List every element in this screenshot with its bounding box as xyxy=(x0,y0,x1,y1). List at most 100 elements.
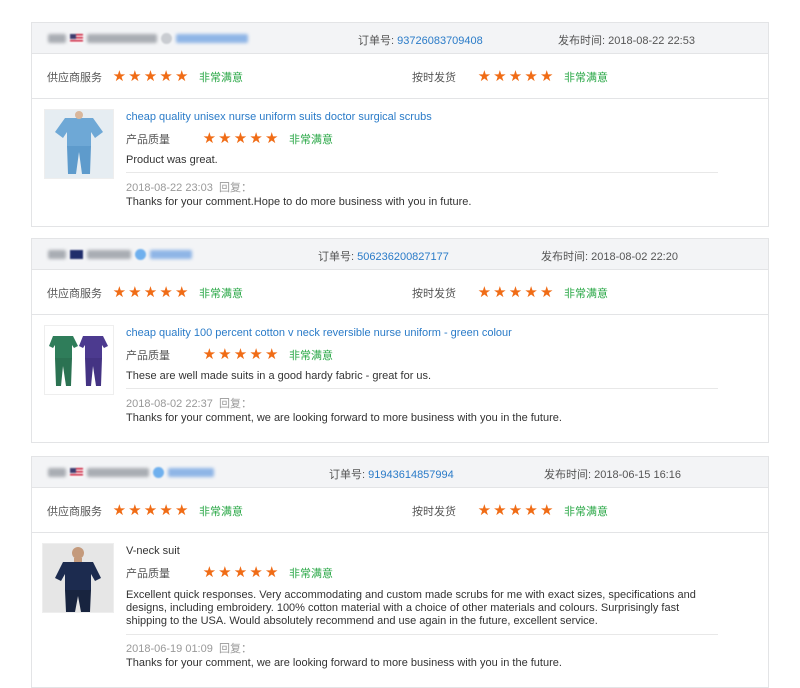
seller-ratings: 供应商服务 ★ ★ ★ ★ ★ 非常满意 按时发货 ★ ★ ★ ★ ★ 非常满意 xyxy=(32,54,768,99)
star-icon: ★ xyxy=(143,68,158,85)
product-name[interactable]: V-neck suit xyxy=(126,545,180,557)
buyer-info xyxy=(48,248,192,260)
star-icon: ★ xyxy=(159,502,173,519)
supplier-service-rating: 供应商服务 ★ ★ ★ ★ ★ 非常满意 xyxy=(47,284,243,301)
supplier-service-rating: 供应商服务 ★ ★ ★ ★ ★ 非常满意 xyxy=(47,68,243,85)
product-link[interactable]: cheap quality 100 percent cotton v neck … xyxy=(126,327,512,339)
buyer-country-code xyxy=(48,33,66,43)
star-icon: ★ xyxy=(218,564,232,581)
reply-meta: 2018-08-02 22:37 回复： xyxy=(126,398,252,410)
us-flag-icon xyxy=(70,33,83,43)
star-rating: ★ ★ ★ ★ ★ xyxy=(202,130,279,147)
star-rating: ★ ★ ★ ★ ★ xyxy=(112,502,189,519)
buyer-name xyxy=(87,249,131,259)
buyer-country-code xyxy=(48,467,66,477)
product-quality-rating: 产品质量 ★ ★ ★ ★ ★ 非常满意 xyxy=(126,346,333,363)
buyer-message-link[interactable] xyxy=(150,249,192,259)
star-icon: ★ xyxy=(539,284,554,301)
seller-ratings: 供应商服务 ★ ★ ★ ★ ★ 非常满意 按时发货 ★ ★ ★ ★ ★ 非常满意 xyxy=(32,488,768,533)
product-link[interactable]: cheap quality unisex nurse uniform suits… xyxy=(126,111,432,123)
buyer-level-icon xyxy=(161,32,172,44)
order-number: 订单号: 91943614857994 xyxy=(329,469,454,481)
green-and-purple-scrubs-image xyxy=(45,326,113,394)
star-icon: ★ xyxy=(218,346,232,363)
star-icon: ★ xyxy=(202,346,217,363)
order-number-link[interactable]: 506236200827177 xyxy=(357,251,449,263)
review-card: 订单号: 91943614857994 发布时间: 2018-06-15 16:… xyxy=(31,456,769,688)
buyer-message-link[interactable] xyxy=(168,467,214,477)
star-icon: ★ xyxy=(218,130,232,147)
divider xyxy=(126,172,718,173)
buyer-message-link[interactable] xyxy=(176,33,248,43)
star-icon: ★ xyxy=(493,502,507,519)
seller-reply: Thanks for your comment, we are looking … xyxy=(126,657,562,669)
publish-time: 发布时间: 2018-06-15 16:16 xyxy=(544,469,681,481)
reply-meta: 2018-06-19 01:09 回复： xyxy=(126,643,252,655)
star-icon: ★ xyxy=(524,284,538,301)
star-icon: ★ xyxy=(249,130,263,147)
star-icon: ★ xyxy=(508,284,523,301)
star-icon: ★ xyxy=(174,502,189,519)
star-rating: ★ ★ ★ ★ ★ xyxy=(477,502,554,519)
star-icon: ★ xyxy=(493,284,507,301)
review-card: 订单号: 506236200827177 发布时间: 2018-08-02 22… xyxy=(31,238,769,443)
review-header: 订单号: 91943614857994 发布时间: 2018-06-15 16:… xyxy=(32,457,768,488)
product-quality-rating: 产品质量 ★ ★ ★ ★ ★ 非常满意 xyxy=(126,130,333,147)
star-icon: ★ xyxy=(174,284,189,301)
product-thumbnail[interactable] xyxy=(44,109,114,179)
star-rating: ★ ★ ★ ★ ★ xyxy=(112,284,189,301)
star-icon: ★ xyxy=(233,564,248,581)
star-icon: ★ xyxy=(508,502,523,519)
star-icon: ★ xyxy=(112,284,127,301)
star-rating: ★ ★ ★ ★ ★ xyxy=(112,68,189,85)
review-card: 订单号: 93726083709408 发布时间: 2018-08-22 22:… xyxy=(31,22,769,227)
star-icon: ★ xyxy=(159,284,173,301)
review-comment: Product was great. xyxy=(126,154,218,166)
reply-meta: 2018-08-22 23:03 回复： xyxy=(126,182,252,194)
star-icon: ★ xyxy=(264,564,279,581)
product-quality-rating: 产品质量 ★ ★ ★ ★ ★ 非常满意 xyxy=(126,564,333,581)
product-thumbnail[interactable] xyxy=(42,543,114,613)
star-icon: ★ xyxy=(233,346,248,363)
star-icon: ★ xyxy=(174,68,189,85)
star-icon: ★ xyxy=(128,68,142,85)
light-blue-scrubs-image xyxy=(45,110,113,178)
us-flag-icon xyxy=(70,467,83,477)
seller-reply: Thanks for your comment, we are looking … xyxy=(126,412,562,424)
au-flag-icon xyxy=(70,249,83,259)
star-icon: ★ xyxy=(202,564,217,581)
order-number-link[interactable]: 91943614857994 xyxy=(368,469,454,481)
star-icon: ★ xyxy=(477,502,492,519)
divider xyxy=(126,634,718,635)
star-icon: ★ xyxy=(477,68,492,85)
star-icon: ★ xyxy=(143,284,158,301)
review-comment: Excellent quick responses. Very accommod… xyxy=(126,589,696,627)
publish-time: 发布时间: 2018-08-22 22:53 xyxy=(558,35,695,47)
star-icon: ★ xyxy=(524,68,538,85)
star-rating: ★ ★ ★ ★ ★ xyxy=(202,564,279,581)
star-icon: ★ xyxy=(524,502,538,519)
buyer-level-icon xyxy=(153,466,164,478)
star-icon: ★ xyxy=(249,564,263,581)
buyer-name xyxy=(87,467,149,477)
order-number-link[interactable]: 93726083709408 xyxy=(397,35,483,47)
star-icon: ★ xyxy=(233,130,248,147)
star-icon: ★ xyxy=(539,68,554,85)
product-thumbnail[interactable] xyxy=(44,325,114,395)
review-comment: These are well made suits in a good hard… xyxy=(126,370,432,382)
star-icon: ★ xyxy=(202,130,217,147)
star-icon: ★ xyxy=(539,502,554,519)
star-rating: ★ ★ ★ ★ ★ xyxy=(477,284,554,301)
order-number: 订单号: 93726083709408 xyxy=(358,35,483,47)
star-icon: ★ xyxy=(143,502,158,519)
buyer-name xyxy=(87,33,157,43)
seller-reply: Thanks for your comment.Hope to do more … xyxy=(126,196,472,208)
star-rating: ★ ★ ★ ★ ★ xyxy=(202,346,279,363)
review-header: 订单号: 506236200827177 发布时间: 2018-08-02 22… xyxy=(32,239,768,270)
star-icon: ★ xyxy=(249,346,263,363)
star-icon: ★ xyxy=(493,68,507,85)
on-time-delivery-rating: 按时发货 ★ ★ ★ ★ ★ 非常满意 xyxy=(412,284,608,301)
on-time-delivery-rating: 按时发货 ★ ★ ★ ★ ★ 非常满意 xyxy=(412,502,608,519)
navy-scrubs-model-image xyxy=(43,544,113,612)
buyer-info xyxy=(48,466,214,478)
